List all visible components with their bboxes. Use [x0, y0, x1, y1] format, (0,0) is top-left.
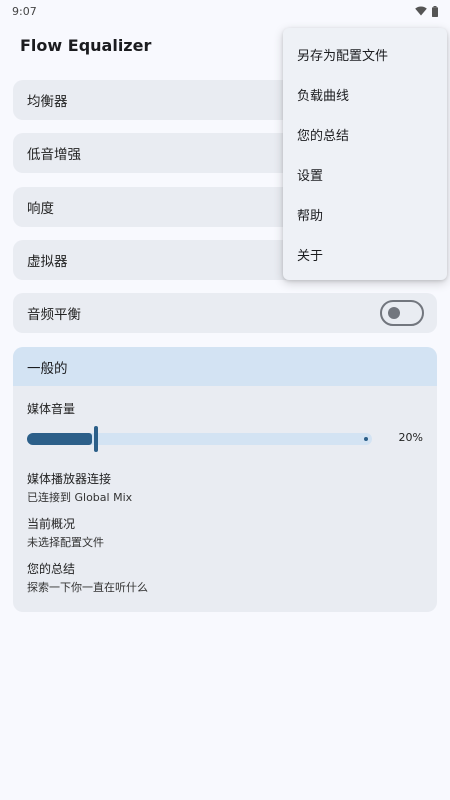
media-volume-slider[interactable]: [27, 426, 372, 452]
summary-value: 探索一下你一直在听什么: [27, 581, 148, 594]
current-profile-title: 当前概况: [27, 517, 76, 531]
virtualizer-label: 虚拟器: [27, 254, 68, 270]
menu-item-settings[interactable]: 设置: [283, 154, 447, 194]
audio-balance-card[interactable]: 音频平衡: [13, 293, 437, 333]
wifi-icon: [415, 6, 427, 16]
general-header-label: 一般的: [27, 360, 68, 377]
menu-item-your-summary[interactable]: 您的总结: [283, 114, 447, 154]
status-icons: [415, 5, 438, 17]
status-time: 9:07: [12, 4, 37, 18]
player-connection-value: 已连接到 Global Mix: [27, 491, 133, 504]
app-title: Flow Equalizer: [20, 36, 152, 55]
toggle-knob: [388, 307, 400, 319]
audio-balance-label: 音频平衡: [27, 307, 81, 323]
menu-item-load-curve[interactable]: 负载曲线: [283, 74, 447, 114]
battery-icon: [432, 5, 438, 17]
media-volume-label: 媒体音量: [27, 402, 76, 416]
slider-end-dot: [364, 437, 368, 441]
overflow-menu: 另存为配置文件 负载曲线 您的总结 设置 帮助 关于: [283, 28, 447, 280]
player-connection-title: 媒体播放器连接: [27, 472, 112, 486]
slider-fill: [27, 433, 92, 445]
media-volume-value: 20%: [398, 431, 423, 444]
bass-boost-label: 低音增强: [27, 147, 81, 163]
slider-handle[interactable]: [94, 426, 98, 452]
menu-item-save-as-profile[interactable]: 另存为配置文件: [283, 34, 447, 74]
status-bar: 9:07: [0, 0, 450, 22]
summary-title: 您的总结: [27, 562, 76, 576]
loudness-label: 响度: [27, 201, 54, 217]
general-header[interactable]: 一般的: [13, 347, 437, 386]
menu-item-help[interactable]: 帮助: [283, 194, 447, 234]
general-section: 一般的 媒体音量 20% 媒体播放器连接 已连接到 Global Mix 当前概…: [13, 347, 437, 612]
menu-item-about[interactable]: 关于: [283, 234, 447, 274]
audio-balance-toggle[interactable]: [380, 300, 424, 326]
current-profile-value: 未选择配置文件: [27, 536, 104, 549]
equalizer-label: 均衡器: [27, 94, 68, 110]
